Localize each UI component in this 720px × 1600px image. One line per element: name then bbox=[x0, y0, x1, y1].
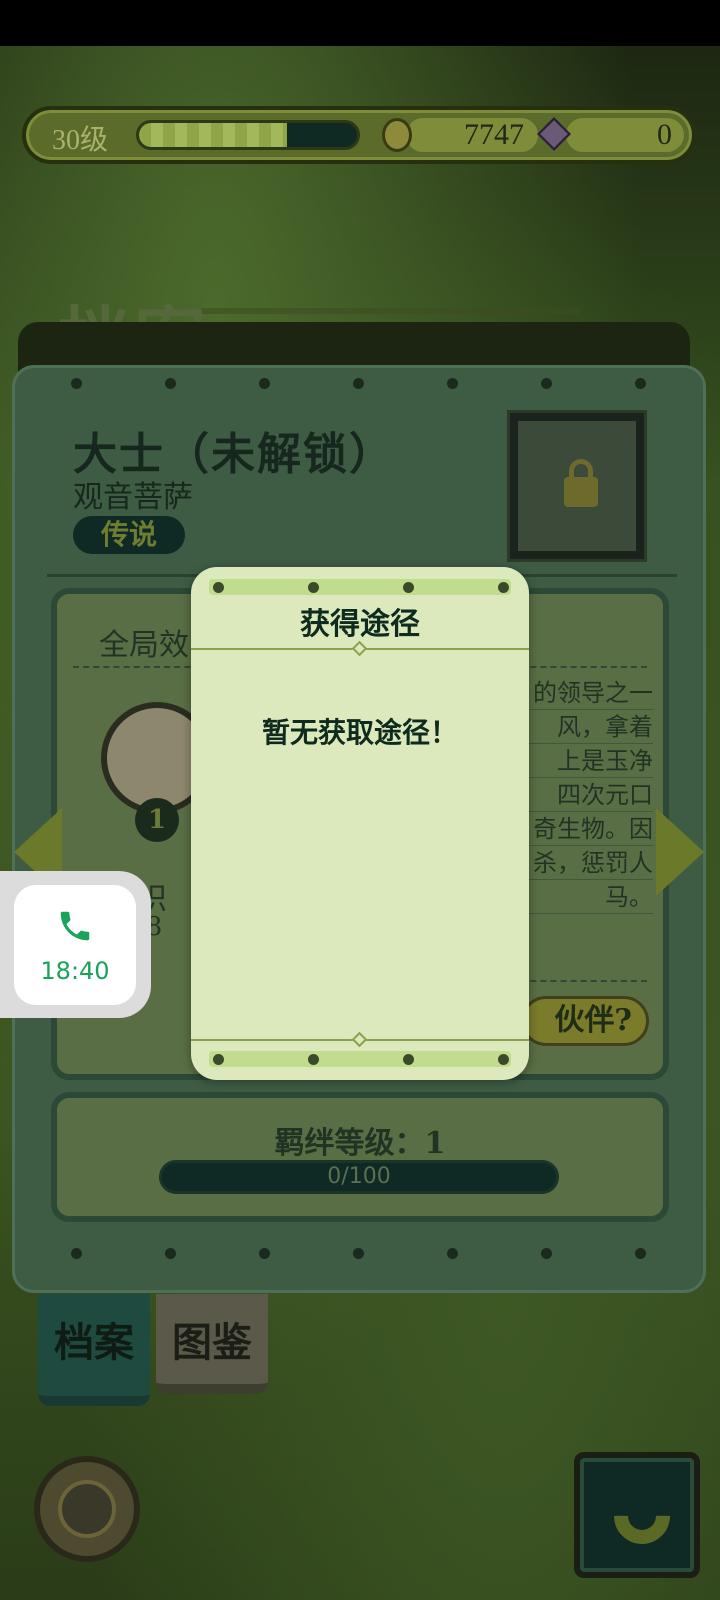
dialog-stud bbox=[308, 1054, 319, 1065]
dialog-stud bbox=[403, 1054, 414, 1065]
description-line: 四次元口 bbox=[513, 778, 653, 812]
status-bar bbox=[0, 0, 720, 46]
panel-studs-top bbox=[15, 378, 703, 390]
diamond-ornament-icon bbox=[351, 640, 368, 657]
dialog-stud bbox=[308, 582, 319, 593]
xp-progress-fill bbox=[139, 123, 288, 147]
coin-amount: 7747 bbox=[464, 118, 524, 151]
bond-level-card: 羁绊等级：1 0/100 bbox=[51, 1092, 669, 1222]
diamond-ornament-icon bbox=[351, 1031, 368, 1048]
global-effect-label: 全局效 bbox=[99, 628, 189, 663]
dialog-stud bbox=[213, 582, 224, 593]
coin-icon bbox=[382, 118, 412, 152]
description-line: 马。 bbox=[513, 880, 653, 914]
dialog-stud bbox=[498, 582, 509, 593]
call-duration: 18:40 bbox=[40, 957, 110, 985]
dialog-stud bbox=[403, 582, 414, 593]
dialog-stud bbox=[213, 1054, 224, 1065]
character-portrait[interactable] bbox=[507, 410, 647, 562]
dialog-message: 暂无获取途径！ bbox=[261, 716, 458, 749]
description-line: 奇生物。因 bbox=[513, 812, 653, 846]
gem-icon bbox=[537, 117, 571, 151]
dialog-bottom-band bbox=[209, 1051, 511, 1067]
description-line: 上是玉净 bbox=[513, 744, 653, 778]
bond-progress-bar: 0/100 bbox=[159, 1160, 559, 1194]
call-bubble[interactable]: 18:40 bbox=[0, 871, 151, 1018]
tab-archive[interactable]: 档案 bbox=[38, 1294, 150, 1406]
bond-progress-text: 0/100 bbox=[327, 1164, 391, 1189]
player-level: 30级 bbox=[52, 125, 109, 156]
description-line: 杀，惩罚人 bbox=[513, 846, 653, 880]
partner-button[interactable]: 伙伴? bbox=[521, 996, 649, 1046]
dialog-stud bbox=[498, 1054, 509, 1065]
character-subtitle: 观音菩萨 bbox=[73, 480, 193, 515]
back-arrow-icon bbox=[602, 1476, 682, 1556]
resource-bar: 30级 7747 0 bbox=[22, 106, 696, 164]
goat-level-badge: 1 bbox=[135, 798, 179, 842]
phone-icon bbox=[60, 911, 90, 941]
dialog-top-band bbox=[209, 579, 511, 595]
gem-counter[interactable]: 0 bbox=[566, 118, 684, 152]
gem-amount: 0 bbox=[657, 118, 672, 151]
tab-atlas[interactable]: 图鉴 bbox=[156, 1294, 268, 1394]
panel-studs-bottom bbox=[15, 1248, 703, 1260]
xp-progress-bar bbox=[136, 120, 360, 150]
bond-level-label: 羁绊等级：1 bbox=[274, 1126, 446, 1161]
description-text: 的领导之一 风，拿着 上是玉净 四次元口 奇生物。因 杀，惩罚人 马。 bbox=[513, 676, 653, 914]
back-button[interactable] bbox=[574, 1452, 700, 1578]
rarity-badge: 传说 bbox=[73, 516, 185, 554]
description-line: 的领导之一 bbox=[513, 676, 653, 710]
acquisition-dialog[interactable]: 获得途径 暂无获取途径！ bbox=[191, 567, 529, 1080]
constellation-icon-inner bbox=[45, 1467, 129, 1551]
call-bubble-card[interactable]: 18:40 bbox=[14, 885, 136, 1005]
lock-icon bbox=[564, 477, 598, 507]
coin-counter[interactable]: 7747 bbox=[406, 118, 538, 152]
next-arrow-icon[interactable] bbox=[656, 808, 704, 896]
dialog-title: 获得途径 bbox=[300, 607, 420, 642]
description-line: 风，拿着 bbox=[513, 710, 653, 744]
portrait-image bbox=[518, 421, 636, 551]
